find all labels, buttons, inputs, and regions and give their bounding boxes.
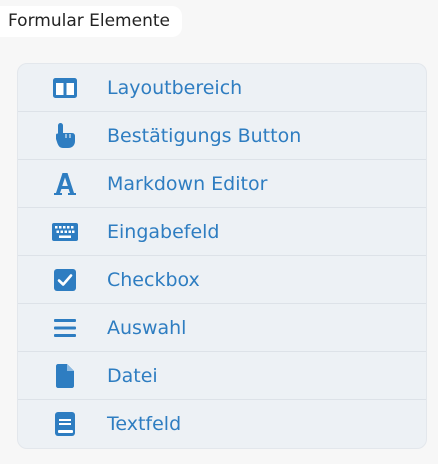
element-item-textfeld[interactable]: Textfeld <box>18 400 426 448</box>
layout-columns-icon <box>50 74 80 102</box>
book-icon <box>50 410 80 438</box>
element-label: Markdown Editor <box>107 172 268 195</box>
element-label: Eingabefeld <box>107 220 220 243</box>
element-item-datei[interactable]: Datei <box>18 352 426 400</box>
element-item-markdown-editor[interactable]: Markdown Editor <box>18 160 426 208</box>
element-label: Layoutbereich <box>107 76 243 99</box>
file-icon <box>50 362 80 390</box>
font-letter-a-icon <box>50 170 80 198</box>
element-label: Bestätigungs Button <box>107 124 302 147</box>
element-item-auswahl[interactable]: Auswahl <box>18 304 426 352</box>
list-lines-icon <box>50 314 80 342</box>
element-label: Checkbox <box>107 268 200 291</box>
element-item-checkbox[interactable]: Checkbox <box>18 256 426 304</box>
element-label: Auswahl <box>107 316 187 339</box>
panel-title: Formular Elemente <box>0 6 182 37</box>
form-element-list: Layoutbereich Bestätigungs Button Markdo… <box>17 63 427 449</box>
element-item-layoutbereich[interactable]: Layoutbereich <box>18 64 426 112</box>
keyboard-icon <box>50 218 80 246</box>
element-label: Datei <box>107 364 158 387</box>
element-item-bestaetigungs-button[interactable]: Bestätigungs Button <box>18 112 426 160</box>
pointing-hand-icon <box>50 122 80 150</box>
element-label: Textfeld <box>107 413 182 435</box>
checked-checkbox-icon <box>50 266 80 294</box>
element-item-eingabefeld[interactable]: Eingabefeld <box>18 208 426 256</box>
